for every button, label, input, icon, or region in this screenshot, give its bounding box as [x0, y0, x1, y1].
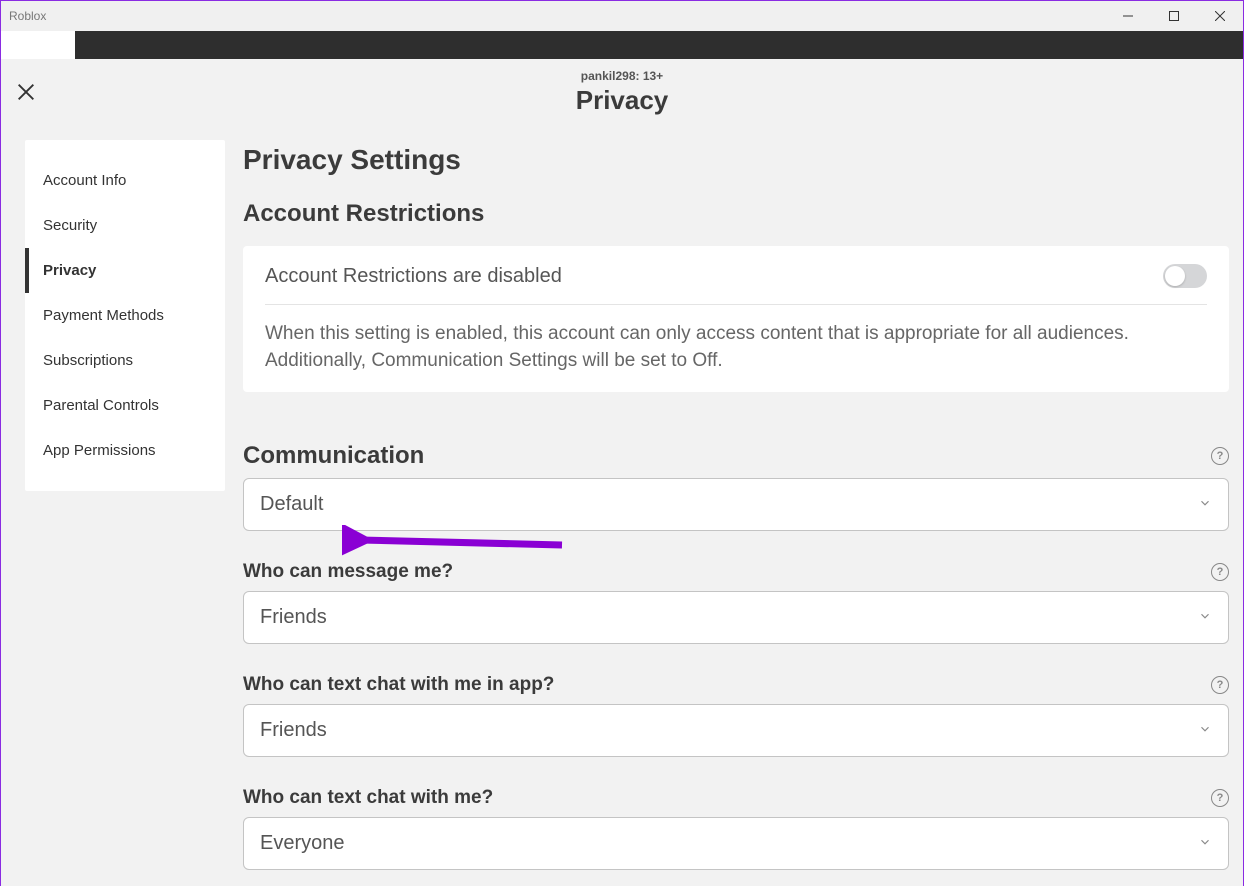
account-restrictions-card: Account Restrictions are disabled When t… [243, 246, 1229, 392]
sidebar-item-security[interactable]: Security [25, 203, 225, 248]
page-header: pankil298: 13+ Privacy [1, 59, 1243, 134]
toggle-knob [1165, 266, 1185, 286]
sidebar-item-payment-methods[interactable]: Payment Methods [25, 293, 225, 338]
who-can-text-chat-in-app-select[interactable]: Friends [243, 704, 1229, 757]
sidebar-item-account-info[interactable]: Account Info [25, 158, 225, 203]
chevron-down-icon [1198, 493, 1212, 516]
help-icon[interactable]: ? [1211, 563, 1229, 581]
help-icon[interactable]: ? [1211, 447, 1229, 465]
chevron-down-icon [1198, 719, 1212, 742]
help-icon[interactable]: ? [1211, 789, 1229, 807]
who-can-text-chat-label: Who can text chat with me? [243, 787, 493, 809]
window-close-button[interactable] [1197, 1, 1243, 31]
sidebar-item-app-permissions[interactable]: App Permissions [25, 428, 225, 473]
communication-preset-select[interactable]: Default [243, 478, 1229, 531]
window-controls [1105, 1, 1243, 31]
chevron-down-icon [1198, 606, 1212, 629]
who-can-message-me-value: Friends [260, 606, 327, 629]
help-icon[interactable]: ? [1211, 676, 1229, 694]
page-title: Privacy [1, 85, 1243, 116]
window-titlebar: Roblox [1, 1, 1243, 31]
who-can-text-chat-field: Who can text chat with me? ? Everyone [243, 787, 1229, 870]
sidebar-item-privacy[interactable]: Privacy [25, 248, 225, 293]
who-can-text-chat-select[interactable]: Everyone [243, 817, 1229, 870]
active-tab[interactable] [1, 31, 75, 59]
settings-sidebar: Account Info Security Privacy Payment Me… [25, 140, 225, 491]
account-restrictions-row: Account Restrictions are disabled [265, 264, 1207, 288]
account-restrictions-heading: Account Restrictions [243, 200, 1229, 228]
divider [265, 304, 1207, 305]
settings-content: Privacy Settings Account Restrictions Ac… [225, 134, 1243, 886]
who-can-message-me-label: Who can message me? [243, 561, 453, 583]
tab-strip [1, 31, 1243, 59]
user-age-line: pankil298: 13+ [1, 69, 1243, 83]
communication-preset-value: Default [260, 493, 323, 516]
account-restrictions-label: Account Restrictions are disabled [265, 265, 562, 288]
main-area: Account Info Security Privacy Payment Me… [1, 134, 1243, 886]
communication-heading: Communication [243, 442, 424, 470]
who-can-text-chat-value: Everyone [260, 832, 345, 855]
who-can-text-chat-in-app-value: Friends [260, 719, 327, 742]
sidebar-item-subscriptions[interactable]: Subscriptions [25, 338, 225, 383]
sidebar-item-parental-controls[interactable]: Parental Controls [25, 383, 225, 428]
who-can-text-chat-in-app-field: Who can text chat with me in app? ? Frie… [243, 674, 1229, 757]
who-can-message-me-select[interactable]: Friends [243, 591, 1229, 644]
who-can-text-chat-in-app-label: Who can text chat with me in app? [243, 674, 554, 696]
close-icon[interactable] [15, 81, 37, 108]
account-restrictions-description: When this setting is enabled, this accou… [265, 321, 1207, 374]
chevron-down-icon [1198, 832, 1212, 855]
window-title: Roblox [9, 9, 46, 23]
window-maximize-button[interactable] [1151, 1, 1197, 31]
who-can-message-me-field: Who can message me? ? Friends [243, 561, 1229, 644]
account-restrictions-toggle[interactable] [1163, 264, 1207, 288]
communication-heading-row: Communication ? [243, 442, 1229, 470]
window-minimize-button[interactable] [1105, 1, 1151, 31]
privacy-settings-heading: Privacy Settings [243, 144, 1229, 176]
